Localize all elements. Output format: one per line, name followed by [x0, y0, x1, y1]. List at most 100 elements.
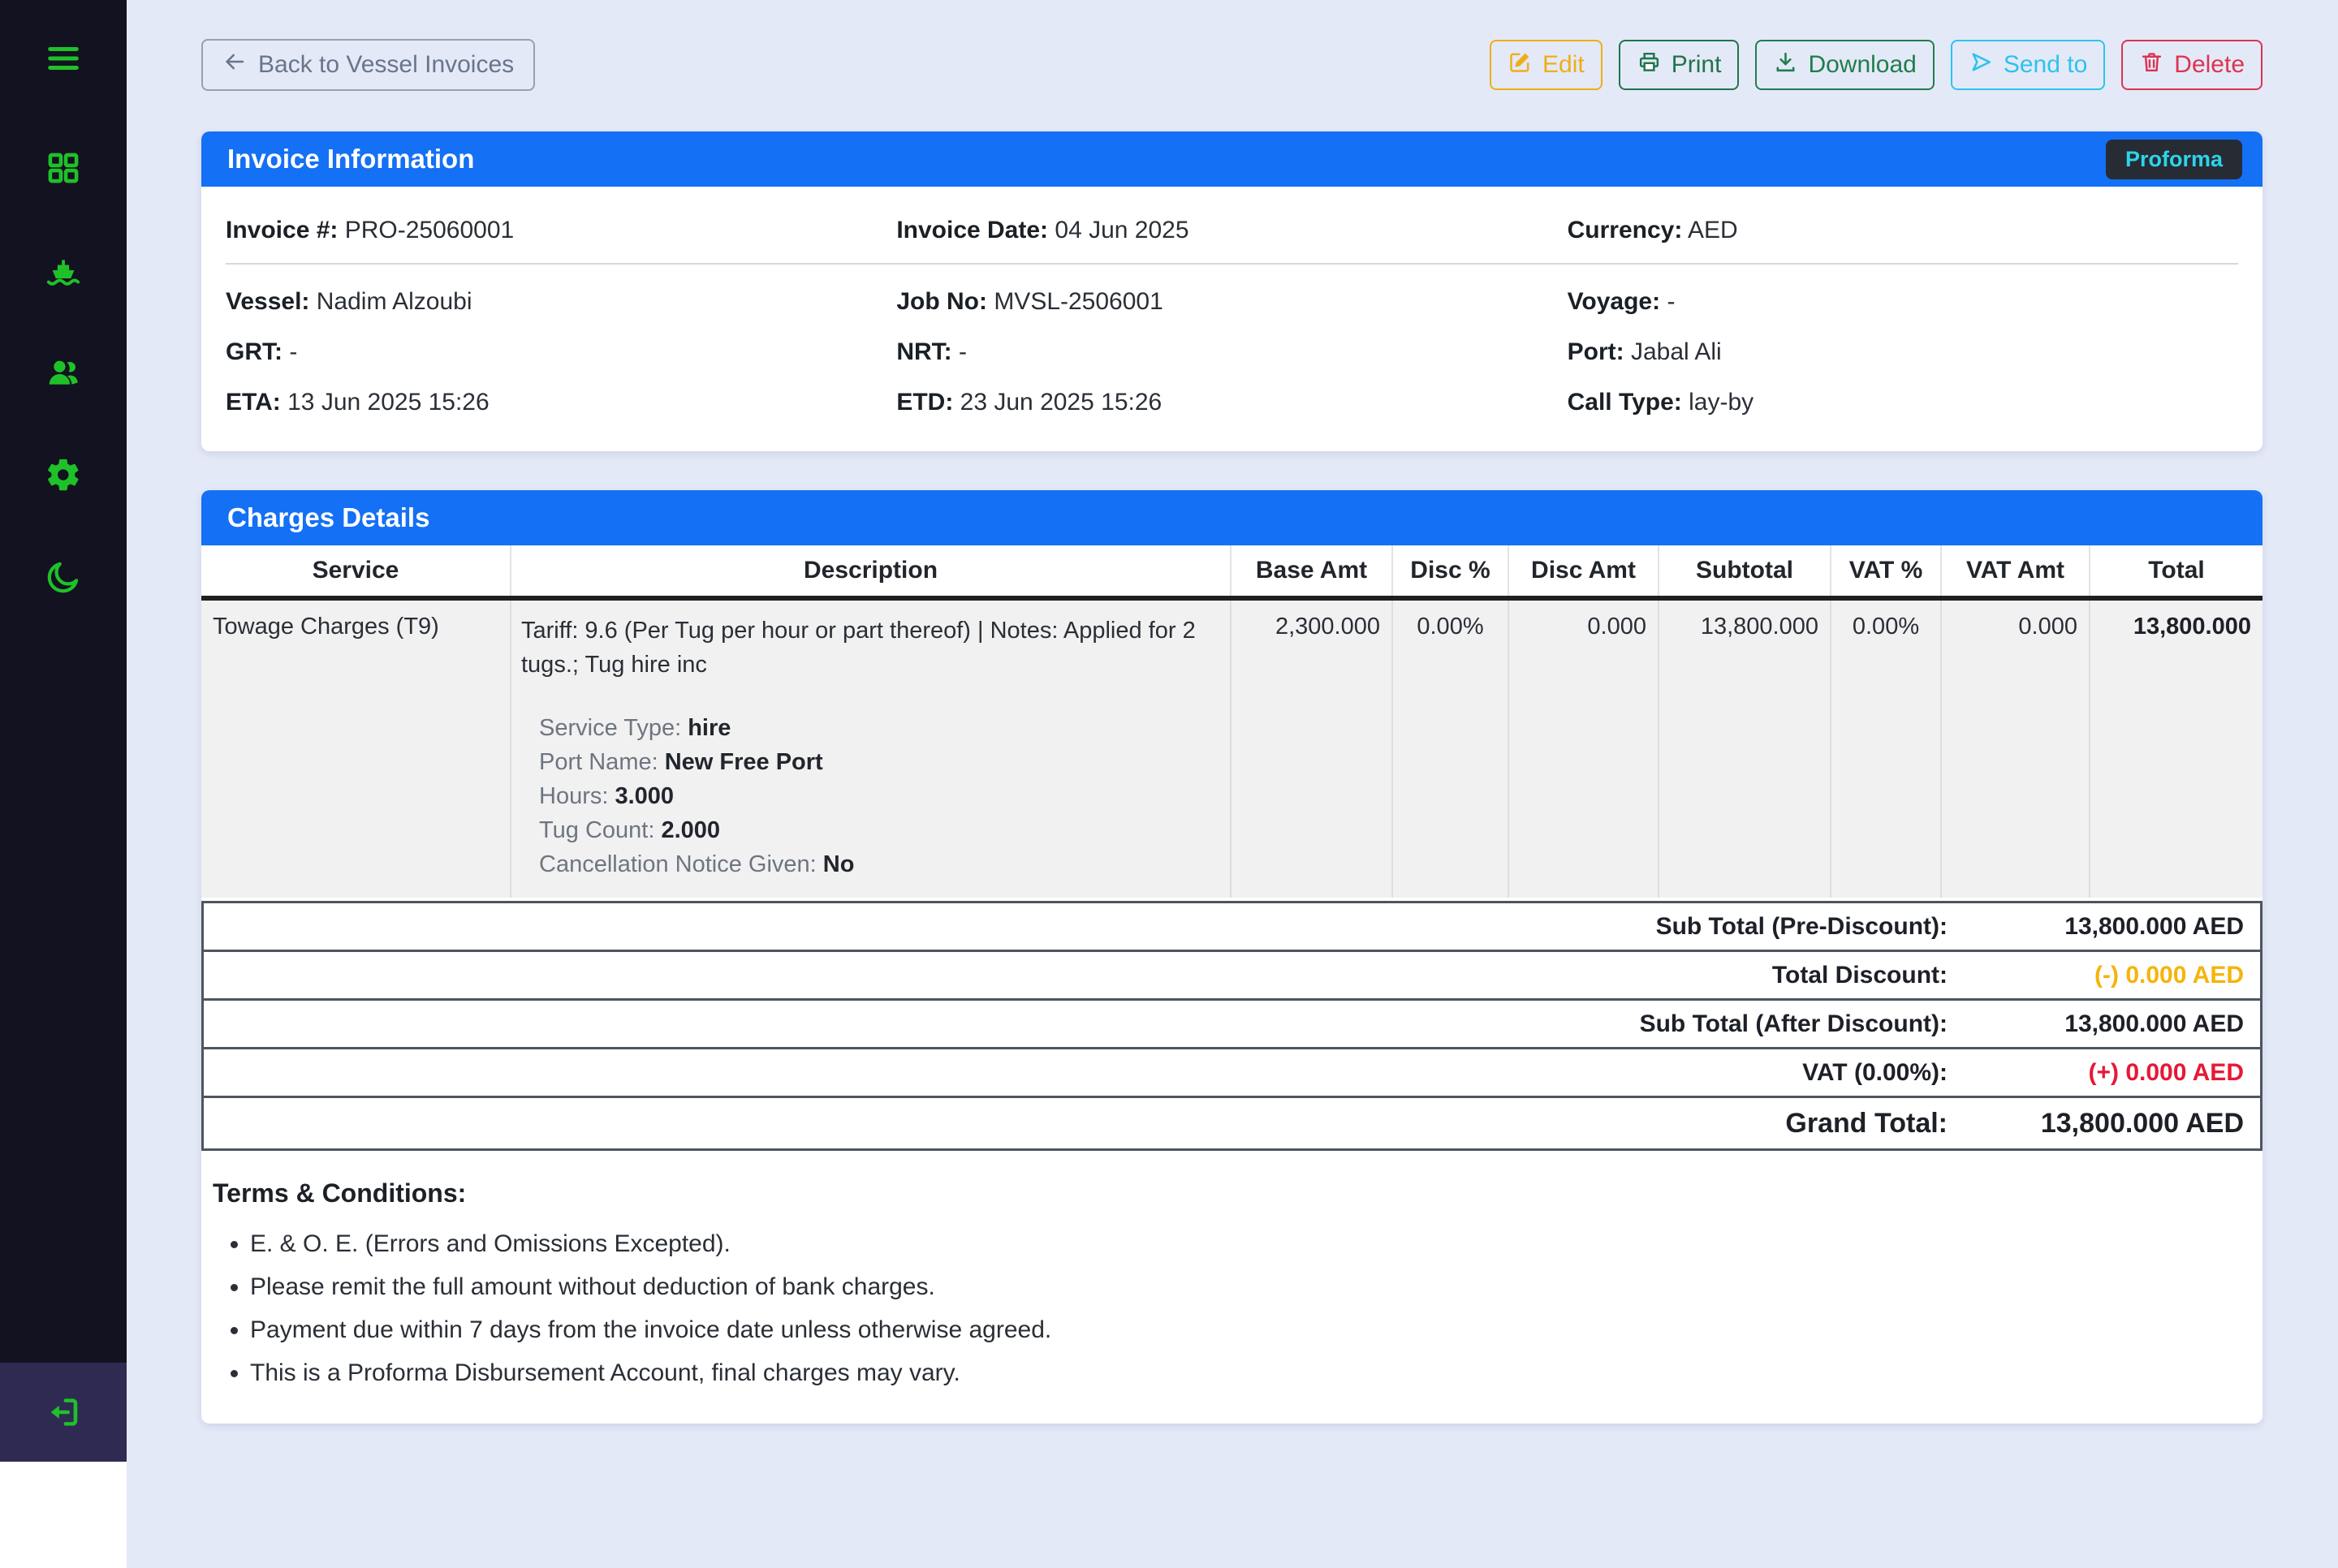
- col-vat-pct: VAT %: [1830, 545, 1940, 596]
- download-icon: [1773, 50, 1798, 81]
- invoice-information-card: Invoice Information Proforma Invoice #: …: [201, 131, 2263, 451]
- send-to-button-label: Send to: [2004, 51, 2087, 79]
- sidebar: [0, 0, 127, 1568]
- printer-icon: [1637, 50, 1662, 81]
- charges-details-card: Charges Details Service Description Base…: [201, 490, 2263, 1424]
- field-invoice-number: Invoice #: PRO-25060001: [226, 216, 896, 245]
- topbar: Back to Vessel Invoices Edit Print Downl…: [201, 39, 2263, 91]
- print-button-label: Print: [1672, 51, 1722, 79]
- menu-toggle-button[interactable]: [41, 37, 86, 83]
- logout-button[interactable]: [0, 1363, 127, 1462]
- field-grt: GRT: -: [226, 338, 896, 367]
- download-button-label: Download: [1808, 51, 1916, 79]
- field-eta: ETA: 13 Jun 2025 15:26: [226, 388, 896, 417]
- download-button[interactable]: Download: [1755, 40, 1934, 90]
- logout-icon: [41, 1389, 86, 1435]
- field-invoice-date: Invoice Date: 04 Jun 2025: [896, 216, 1567, 245]
- col-vat-amt: VAT Amt: [1940, 545, 2089, 596]
- detail-port-name: Port Name: New Free Port: [539, 745, 1206, 779]
- sidebar-item-users[interactable]: [41, 351, 86, 397]
- col-disc-pct: Disc %: [1391, 545, 1508, 596]
- charges-table-header: Service Description Base Amt Disc % Disc…: [201, 545, 2263, 601]
- field-nrt: NRT: -: [896, 338, 1567, 367]
- edit-button[interactable]: Edit: [1490, 40, 1603, 90]
- back-to-vessel-invoices-button[interactable]: Back to Vessel Invoices: [201, 39, 535, 91]
- cell-disc-amt: 0.000: [1508, 601, 1658, 898]
- detail-tug-count: Tug Count: 2.000: [539, 813, 1206, 847]
- cell-disc-pct: 0.00%: [1391, 601, 1508, 898]
- invoice-info-row: GRT: - NRT: - Port: Jabal Ali: [226, 338, 2238, 367]
- totals-table: Sub Total (Pre-Discount): 13,800.000 AED…: [201, 901, 2263, 1151]
- subtotal-pre-discount-value: 13,800.000 AED: [1948, 913, 2260, 941]
- field-etd: ETD: 23 Jun 2025 15:26: [896, 388, 1567, 417]
- field-call-type: Call Type: lay-by: [1568, 388, 2238, 417]
- sidebar-item-settings[interactable]: [41, 454, 86, 499]
- grand-total-label: Grand Total:: [1785, 1108, 1948, 1139]
- cell-service: Towage Charges (T9): [201, 601, 510, 898]
- gear-icon: [45, 456, 82, 498]
- cell-subtotal: 13,800.000: [1658, 601, 1830, 898]
- send-to-button[interactable]: Send to: [1951, 40, 2105, 90]
- delete-button-label: Delete: [2174, 51, 2245, 79]
- field-currency: Currency: AED: [1568, 216, 2238, 245]
- arrow-left-icon: [222, 50, 247, 80]
- proforma-status-badge: Proforma: [2106, 140, 2242, 179]
- app-screen: Back to Vessel Invoices Edit Print Downl…: [0, 0, 2338, 1568]
- invoice-info-row: Invoice #: PRO-25060001 Invoice Date: 04…: [226, 216, 2238, 245]
- invoice-information-body: Invoice #: PRO-25060001 Invoice Date: 04…: [201, 187, 2263, 451]
- cell-description: Tariff: 9.6 (Per Tug per hour or part th…: [510, 601, 1230, 898]
- terms-item: Please remit the full amount without ded…: [250, 1273, 2246, 1302]
- detail-service-type: Service Type: hire: [539, 711, 1206, 745]
- main-content: Back to Vessel Invoices Edit Print Downl…: [127, 0, 2338, 1568]
- invoice-information-header: Invoice Information Proforma: [201, 131, 2263, 187]
- subtotal-after-discount-value: 13,800.000 AED: [1948, 1010, 2260, 1038]
- total-discount-row: Total Discount: (-) 0.000 AED: [204, 952, 2260, 1001]
- invoice-information-title: Invoice Information: [227, 144, 474, 174]
- moon-icon: [45, 558, 82, 600]
- col-total: Total: [2089, 545, 2263, 596]
- charge-description-text: Tariff: 9.6 (Per Tug per hour or part th…: [521, 614, 1206, 682]
- sidebar-item-dark-mode[interactable]: [41, 556, 86, 601]
- sidebar-item-vessels[interactable]: [41, 249, 86, 295]
- grand-total-value: 13,800.000 AED: [1948, 1108, 2260, 1139]
- terms-list: E. & O. E. (Errors and Omissions Excepte…: [213, 1230, 2246, 1388]
- total-discount-label: Total Discount:: [1772, 962, 1948, 989]
- invoice-info-row: ETA: 13 Jun 2025 15:26 ETD: 23 Jun 2025 …: [226, 388, 2238, 417]
- subtotal-after-discount-row: Sub Total (After Discount): 13,800.000 A…: [204, 1001, 2260, 1049]
- field-voyage: Voyage: -: [1568, 287, 2238, 317]
- sidebar-nav: [0, 0, 127, 1363]
- vat-row: VAT (0.00%): (+) 0.000 AED: [204, 1049, 2260, 1098]
- subtotal-pre-discount-label: Sub Total (Pre-Discount):: [1656, 913, 1948, 941]
- field-port: Port: Jabal Ali: [1568, 338, 2238, 367]
- subtotal-pre-discount-row: Sub Total (Pre-Discount): 13,800.000 AED: [204, 903, 2260, 952]
- delete-button[interactable]: Delete: [2121, 40, 2263, 90]
- dashboard-grid-icon: [45, 149, 82, 191]
- vat-value: (+) 0.000 AED: [1948, 1059, 2260, 1087]
- terms-item: This is a Proforma Disbursement Account,…: [250, 1359, 2246, 1388]
- edit-button-label: Edit: [1542, 51, 1585, 79]
- grand-total-row: Grand Total: 13,800.000 AED: [204, 1098, 2260, 1148]
- field-job-no: Job No: MVSL-2506001: [896, 287, 1567, 317]
- trash-icon: [2139, 50, 2164, 81]
- hamburger-icon: [45, 40, 82, 81]
- total-discount-value: (-) 0.000 AED: [1948, 962, 2260, 989]
- ship-icon: [45, 252, 82, 293]
- terms-item: E. & O. E. (Errors and Omissions Excepte…: [250, 1230, 2246, 1259]
- sidebar-item-dashboard[interactable]: [41, 147, 86, 192]
- edit-pencil-icon: [1508, 50, 1533, 81]
- info-divider: [226, 263, 2238, 265]
- cell-base-amt: 2,300.000: [1230, 601, 1391, 898]
- print-button[interactable]: Print: [1619, 40, 1740, 90]
- terms-and-conditions: Terms & Conditions: E. & O. E. (Errors a…: [201, 1151, 2263, 1424]
- action-buttons: Edit Print Download Send to Delete: [1490, 40, 2263, 90]
- charges-details-header: Charges Details: [201, 490, 2263, 545]
- detail-cancellation-notice: Cancellation Notice Given: No: [539, 847, 1206, 881]
- vat-label: VAT (0.00%):: [1802, 1059, 1948, 1087]
- charge-table-row: Towage Charges (T9) Tariff: 9.6 (Per Tug…: [201, 601, 2263, 898]
- col-base-amt: Base Amt: [1230, 545, 1391, 596]
- col-service: Service: [201, 545, 510, 596]
- charge-detail-lines: Service Type: hire Port Name: New Free P…: [539, 711, 1206, 881]
- back-button-label: Back to Vessel Invoices: [258, 51, 514, 79]
- col-subtotal: Subtotal: [1658, 545, 1830, 596]
- send-icon: [1969, 50, 1994, 81]
